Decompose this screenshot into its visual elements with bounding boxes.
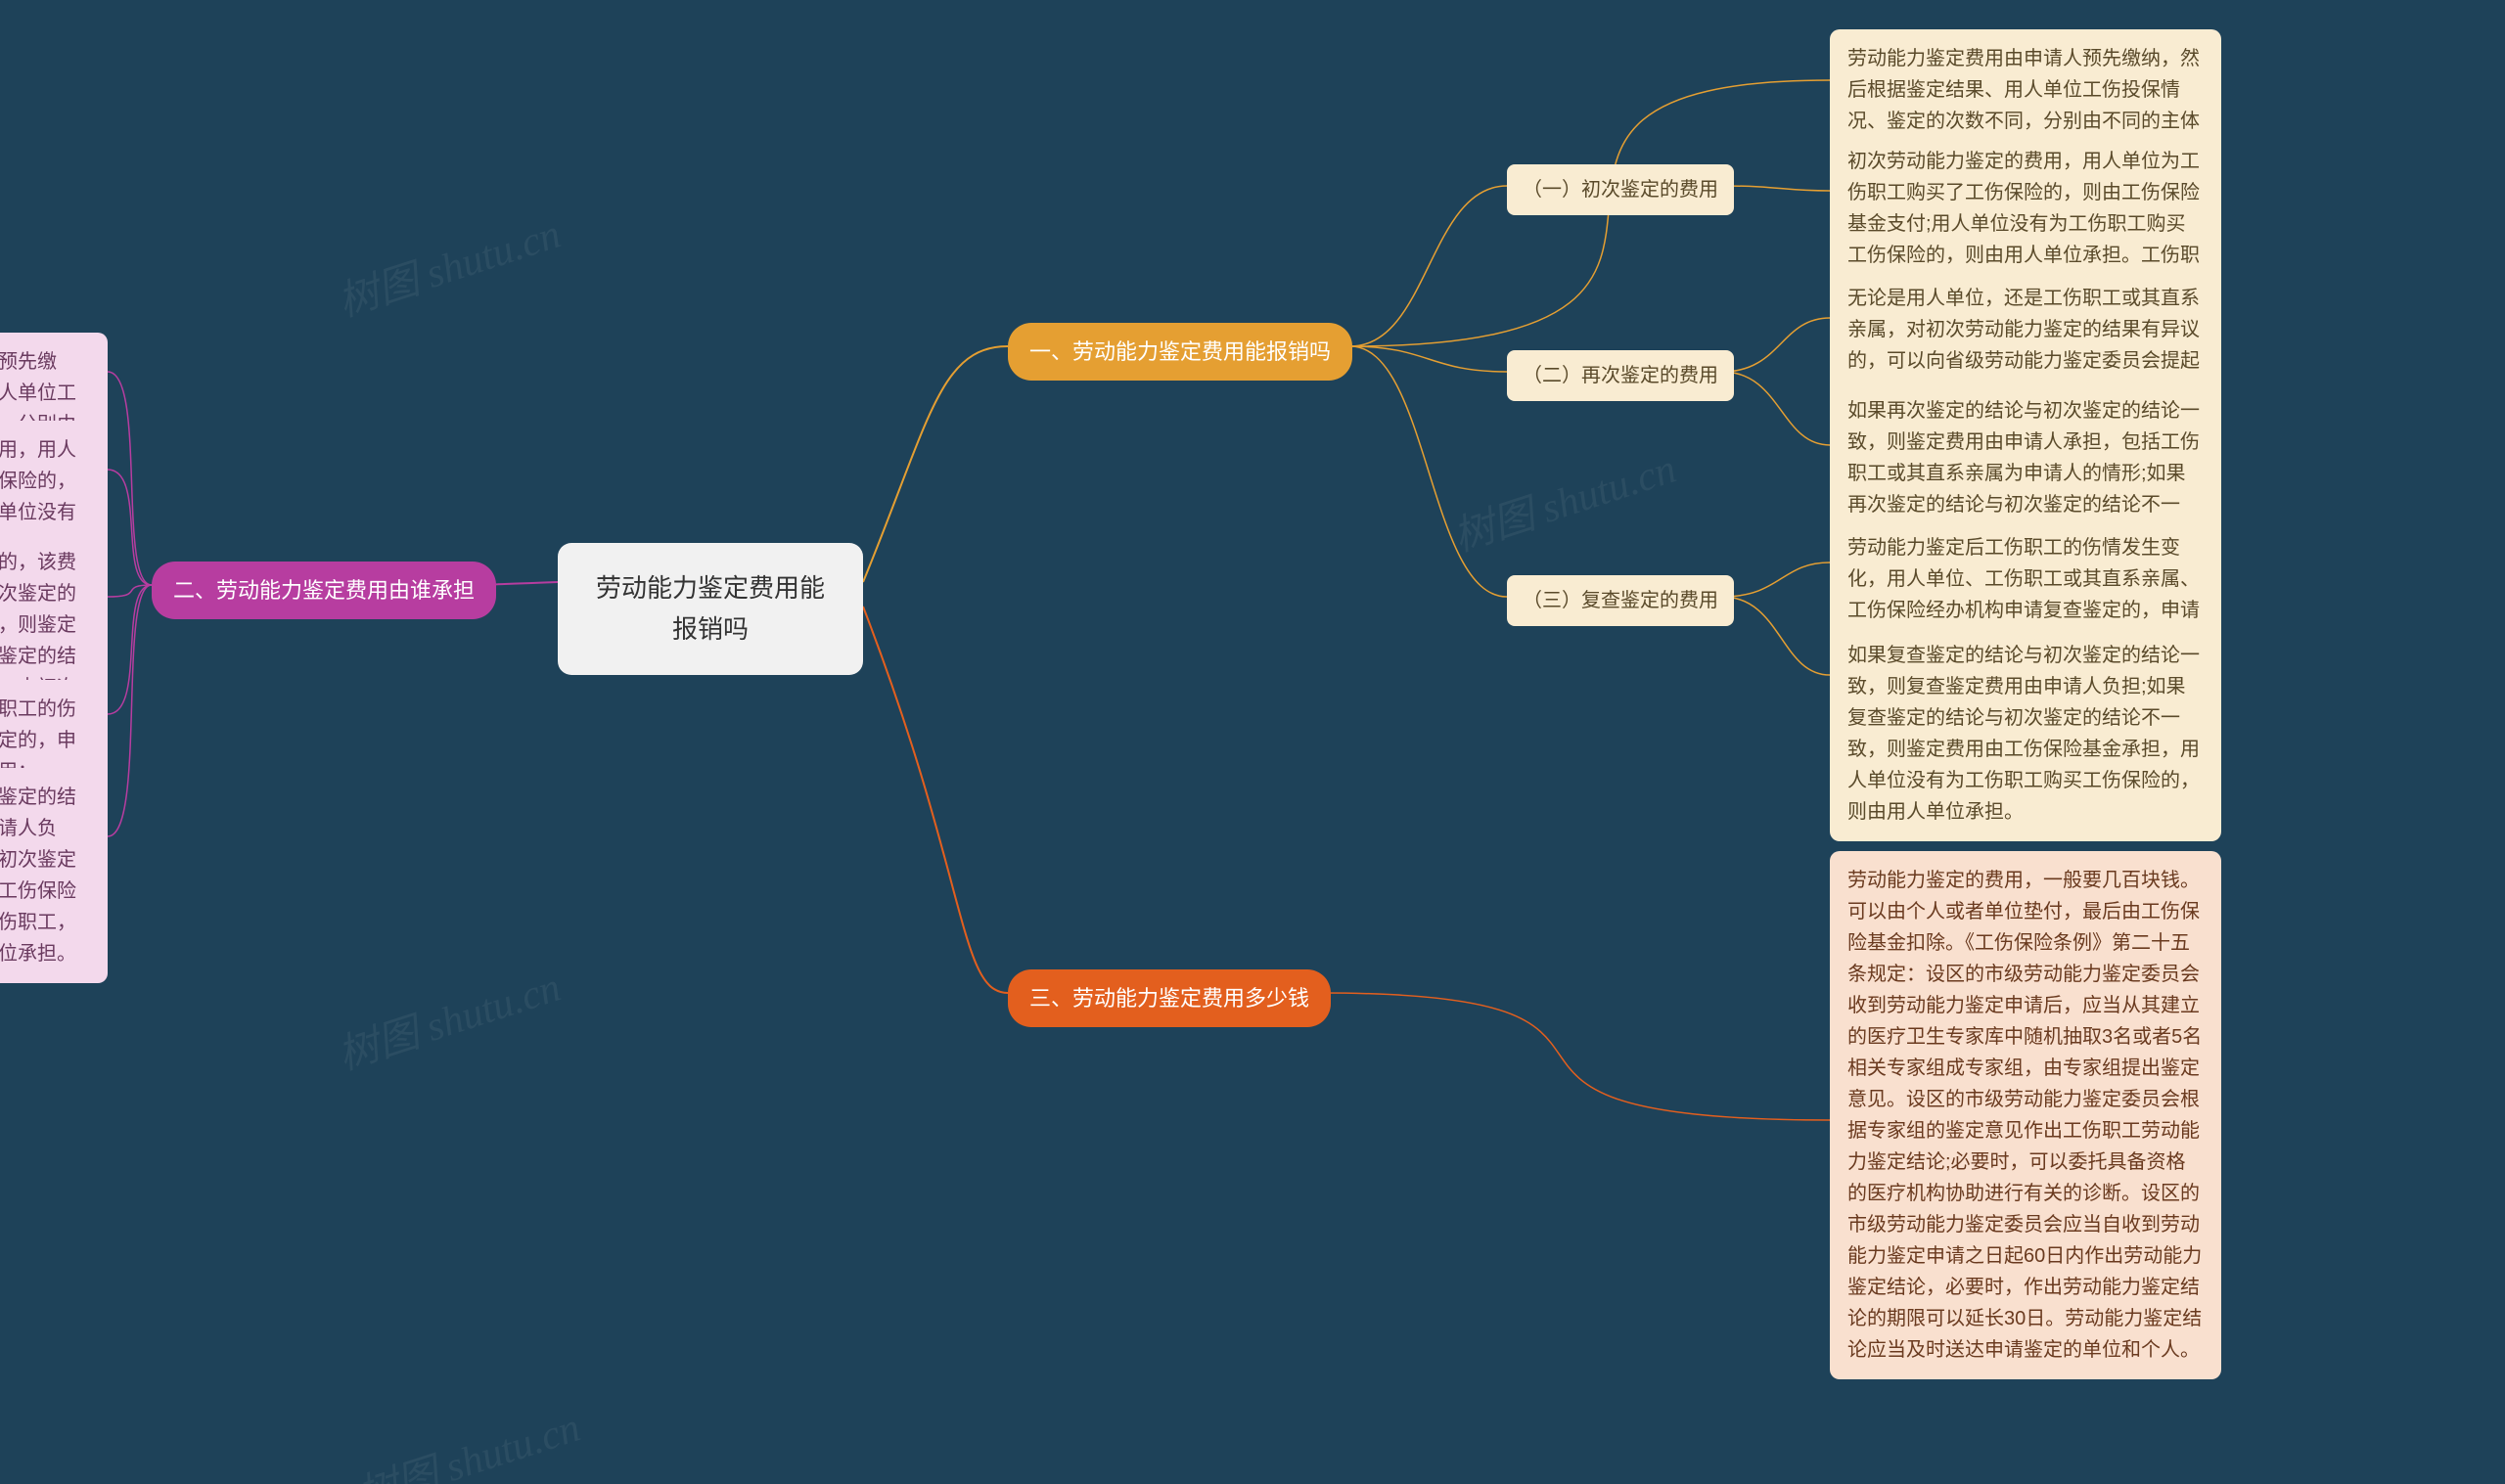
branch-2[interactable]: 二、劳动能力鉴定费用由谁承担 (152, 562, 496, 619)
watermark: 树图 shutu.cn (329, 954, 567, 1082)
branch-1-sub-1[interactable]: （一）初次鉴定的费用 (1507, 164, 1734, 215)
branch-3[interactable]: 三、劳动能力鉴定费用多少钱 (1008, 969, 1331, 1027)
branch-1-sub-3-leaf-2: 如果复查鉴定的结论与初次鉴定的结论一致，则复查鉴定费用由申请人负担;如果复查鉴定… (1830, 626, 2221, 841)
branch-1-sub-2[interactable]: （二）再次鉴定的费用 (1507, 350, 1734, 401)
branch-1-sub-3[interactable]: （三）复查鉴定的费用 (1507, 575, 1734, 626)
branch-1[interactable]: 一、劳动能力鉴定费用能报销吗 (1008, 323, 1352, 381)
branch-3-leaf-1: 劳动能力鉴定的费用，一般要几百块钱。可以由个人或者单位垫付，最后由工伤保险基金扣… (1830, 851, 2221, 1379)
watermark: 树图 shutu.cn (348, 1394, 586, 1484)
watermark: 树图 shutu.cn (1444, 435, 1682, 563)
watermark: 树图 shutu.cn (329, 201, 567, 329)
branch-2-leaf-5: 如果复查鉴定的结论，与初次鉴定的结论一致，则复查鉴定费用由申请人负担；如果复查鉴… (0, 768, 108, 983)
root-node[interactable]: 劳动能力鉴定费用能报销吗 (558, 543, 863, 675)
